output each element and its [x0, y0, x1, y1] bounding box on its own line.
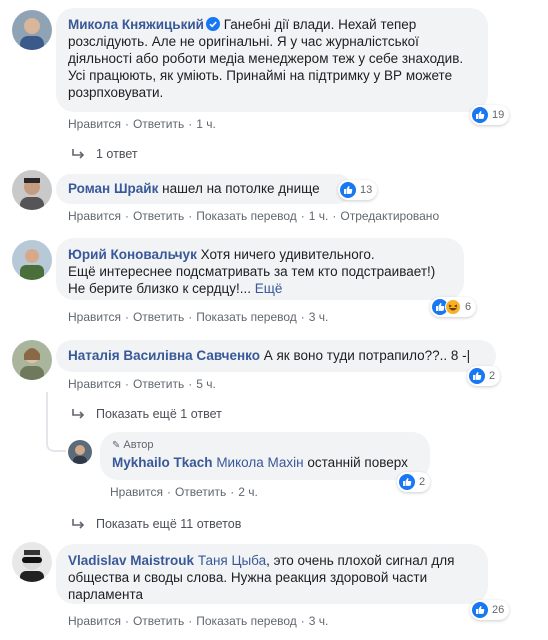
- avatar[interactable]: [12, 542, 52, 582]
- haha-icon: [445, 299, 461, 315]
- comment-author[interactable]: Юрий Коновальчук: [68, 247, 197, 262]
- reactions-badge[interactable]: 19: [470, 105, 510, 125]
- reply-button[interactable]: Ответить: [133, 614, 184, 628]
- comment-actions: Нравится · Ответить · Показать перевод · 3 ч.: [68, 310, 329, 324]
- comment-text: розслідують. Але не оригінальні. Я у час…: [68, 34, 419, 49]
- like-button[interactable]: Нравится: [68, 117, 121, 131]
- comment-bubble: Микола Княжицький Ганебні дії влади. Нех…: [56, 8, 488, 112]
- reactions-badge[interactable]: 13: [338, 180, 378, 200]
- comment-bubble: Vladislav Maistrouk Таня Цыба, это очень…: [56, 544, 488, 604]
- comment-text: Не берите близко к сердцу!...: [68, 281, 251, 296]
- show-translation-button[interactable]: Показать перевод: [196, 209, 297, 223]
- like-button[interactable]: Нравится: [68, 614, 121, 628]
- reply-arrow-icon: [72, 149, 85, 159]
- timestamp[interactable]: 2 ч.: [238, 485, 258, 499]
- comment-text: діяльності або роботи медіа менеджером т…: [68, 51, 464, 66]
- verified-icon: [205, 17, 220, 31]
- reply-button[interactable]: Ответить: [133, 209, 184, 223]
- view-replies-label: Показать ещё 11 ответов: [96, 517, 242, 531]
- avatar[interactable]: [12, 170, 52, 210]
- view-replies-label: Показать ещё 1 ответ: [96, 407, 222, 421]
- avatar[interactable]: [68, 440, 92, 464]
- reactions-count: 2: [419, 476, 426, 488]
- timestamp[interactable]: 3 ч.: [309, 310, 329, 324]
- like-icon: [399, 474, 415, 490]
- comment-author[interactable]: Роман Шрайк: [68, 181, 158, 196]
- comment-text: останній поверх: [307, 455, 408, 470]
- comment-text: нашел на потолке днище: [162, 181, 320, 196]
- view-replies-link[interactable]: 1 ответ: [72, 147, 138, 161]
- reactions-count: 13: [360, 184, 373, 196]
- comment-text: Хотя ничего удивительного.: [200, 247, 375, 262]
- comment-bubble: Роман Шрайк нашел на потолке днище: [56, 174, 352, 204]
- show-translation-button[interactable]: Показать перевод: [196, 310, 297, 324]
- reply-arrow-icon: [72, 519, 85, 529]
- like-button[interactable]: Нравится: [68, 209, 121, 223]
- like-icon: [472, 107, 488, 123]
- comment-bubble: Наталія Василівна Савченко А як воно туд…: [56, 340, 496, 372]
- reactions-count: 19: [492, 109, 505, 121]
- view-replies-label: 1 ответ: [96, 147, 138, 161]
- avatar[interactable]: [12, 10, 52, 50]
- reactions-count: 2: [489, 370, 496, 382]
- timestamp[interactable]: 1 ч.: [196, 117, 216, 131]
- timestamp[interactable]: 3 ч.: [309, 614, 329, 628]
- like-button[interactable]: Нравится: [110, 485, 163, 499]
- comment-actions: Нравится · Ответить · 5 ч.: [68, 377, 216, 391]
- like-icon: [469, 368, 485, 384]
- reactions-badge[interactable]: 2: [397, 472, 431, 492]
- reactions-badge[interactable]: 6: [430, 297, 477, 317]
- author-badge: ✎ Автор: [112, 437, 418, 454]
- comment-text: Ганебні дії влади. Нехай тепер: [223, 17, 417, 32]
- reply-button[interactable]: Ответить: [133, 117, 184, 131]
- like-button[interactable]: Нравится: [68, 310, 121, 324]
- avatar[interactable]: [12, 340, 52, 380]
- reply-button[interactable]: Ответить: [133, 310, 184, 324]
- mention-link[interactable]: Микола Махін: [216, 455, 303, 470]
- reactions-count: 6: [465, 301, 472, 313]
- reactions-badge[interactable]: 26: [470, 600, 510, 620]
- timestamp[interactable]: 5 ч.: [196, 377, 216, 391]
- comment-author[interactable]: Vladislav Maistrouk: [68, 553, 194, 568]
- comment-actions: Нравится · Ответить · 1 ч.: [68, 117, 216, 131]
- comment-author[interactable]: Наталія Василівна Савченко: [68, 348, 260, 363]
- comment-text: общества и своды слова. Нужна реакция зд…: [68, 570, 428, 585]
- pencil-icon: ✎: [112, 440, 121, 451]
- timestamp[interactable]: 1 ч.: [309, 209, 329, 223]
- reply-button[interactable]: Ответить: [175, 485, 226, 499]
- like-icon: [340, 182, 356, 198]
- comment-bubble: Юрий Коновальчук Хотя ничего удивительно…: [56, 238, 464, 300]
- reply-button[interactable]: Ответить: [133, 377, 184, 391]
- comment-bubble: ✎ Автор Mykhailo Tkach Микола Махін остан…: [100, 432, 430, 480]
- view-replies-link[interactable]: Показать ещё 11 ответов: [72, 517, 241, 531]
- reactions-badge[interactable]: 2: [467, 366, 501, 386]
- edited-label: Отредактировано: [340, 209, 440, 223]
- author-badge-label: Автор: [123, 439, 154, 451]
- comment-text: , это очень плохой сигнал для: [266, 553, 455, 568]
- like-icon: [472, 602, 488, 618]
- comment-text: парламента: [68, 587, 144, 602]
- like-button[interactable]: Нравится: [68, 377, 121, 391]
- avatar[interactable]: [12, 240, 52, 280]
- comment-actions: Нравится · Ответить · Показать перевод · 1 ч. ·…: [68, 209, 440, 223]
- reply-arrow-icon: [72, 409, 85, 419]
- see-more-link[interactable]: Ещё: [255, 281, 283, 296]
- comment-text: А як воно туди потрапило??.. 8 -|: [263, 348, 471, 363]
- comment-text: Ещё интереснее подсматривать за тем кто …: [68, 264, 436, 279]
- thread-connector: [46, 392, 66, 452]
- view-replies-link[interactable]: Показать ещё 1 ответ: [72, 407, 222, 421]
- comment-text: Усі працюють, як уміють. Принаймі на під…: [68, 68, 453, 83]
- comment-author[interactable]: Mykhailo Tkach: [112, 455, 213, 470]
- comment-text: розрпховувати.: [68, 85, 164, 100]
- comment-actions: Нравится · Ответить · Показать перевод · 3 ч.: [68, 614, 329, 628]
- show-translation-button[interactable]: Показать перевод: [196, 614, 297, 628]
- reactions-count: 26: [492, 604, 505, 616]
- comment-author[interactable]: Микола Княжицький: [68, 17, 204, 32]
- mention-link[interactable]: Таня Цыба: [198, 553, 266, 568]
- comment-actions: Нравится · Ответить · 2 ч.: [110, 485, 258, 499]
